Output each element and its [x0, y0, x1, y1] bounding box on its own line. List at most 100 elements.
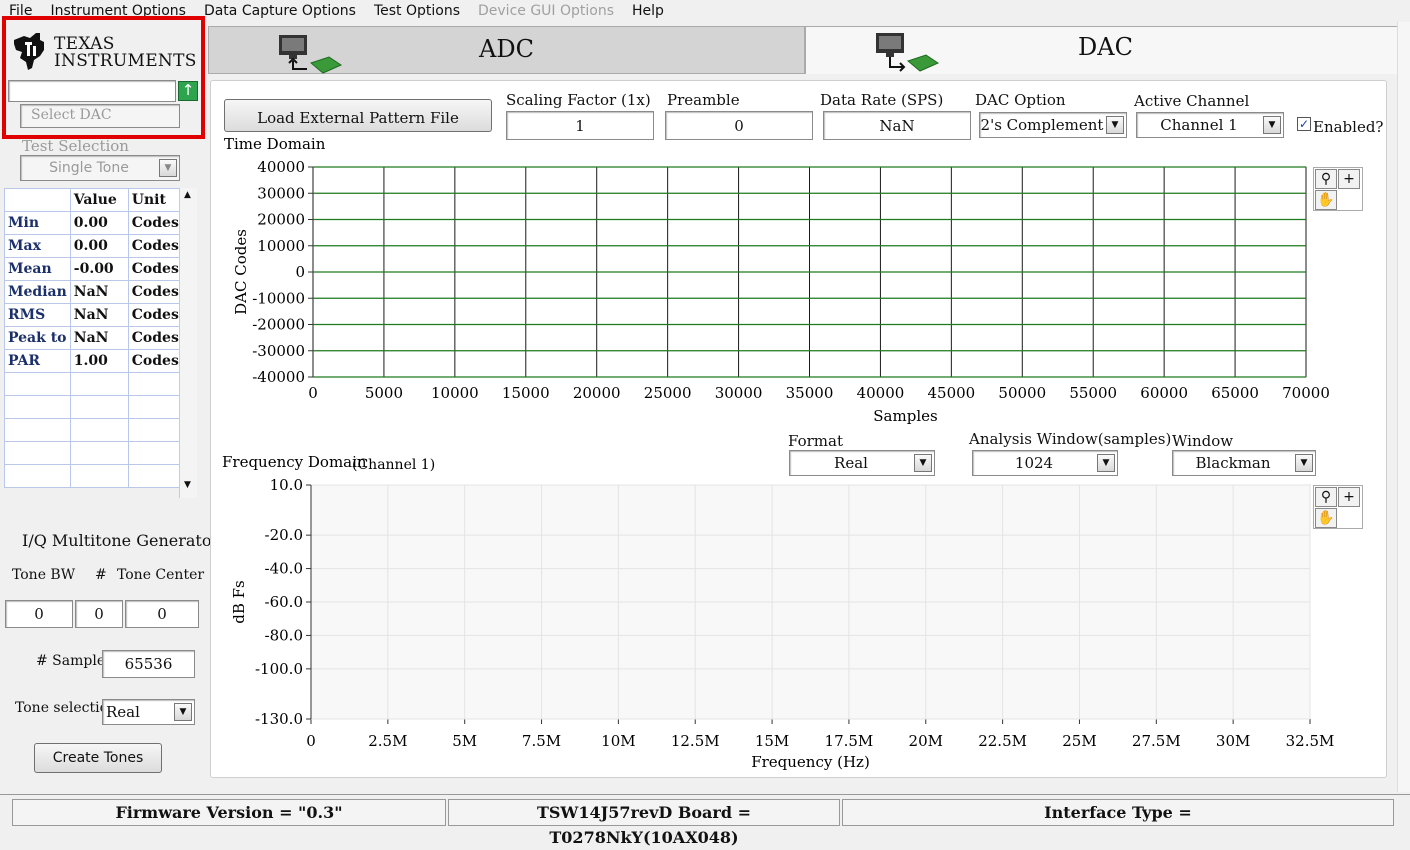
- window-scrollbar[interactable]: [1397, 22, 1410, 792]
- interface-text: Interface Type =: [1044, 803, 1192, 822]
- tone-count-field[interactable]: 0: [75, 600, 123, 628]
- samples-field[interactable]: 65536: [102, 650, 195, 678]
- table-row[interactable]: RMS NaN Codes: [4, 303, 183, 327]
- y-tick-label: 30000: [257, 184, 305, 202]
- tab-dac[interactable]: DAC: [805, 26, 1405, 74]
- tone-count-label: #: [95, 567, 107, 583]
- x-tick-label: 15M: [755, 732, 789, 750]
- crosshair-icon[interactable]: +: [1338, 487, 1360, 507]
- tab-adc-label: ADC: [479, 35, 534, 63]
- x-tick-label: 10000: [431, 384, 479, 402]
- y-tick-label: -20000: [252, 316, 305, 334]
- scaling-label: Scaling Factor (1x): [506, 91, 651, 109]
- row-value: NaN: [69, 326, 129, 350]
- x-tick-label: 20000: [573, 384, 621, 402]
- table-row[interactable]: PAR 1.00 Codes: [4, 349, 183, 373]
- x-tick-label: 40000: [857, 384, 905, 402]
- x-tick-label: 30M: [1216, 732, 1250, 750]
- scroll-down-icon[interactable]: ▼: [184, 480, 191, 490]
- table-row[interactable]: Peak to l NaN Codes: [4, 326, 183, 350]
- y-tick-label: -100.0: [255, 660, 303, 678]
- menu-test-options[interactable]: Test Options: [365, 0, 469, 22]
- y-tick-label: -30000: [252, 342, 305, 360]
- tone-bw-field[interactable]: 0: [5, 600, 73, 628]
- highlight-box: [2, 16, 205, 139]
- dac-option-label: DAC Option: [975, 91, 1066, 109]
- time-zoom-tools: ⚲ + ✋: [1313, 167, 1363, 211]
- x-tick-label: 32.5M: [1286, 732, 1335, 750]
- y-tick-label: -40.0: [265, 560, 303, 578]
- table-row[interactable]: Max 0.00 Codes: [4, 234, 183, 258]
- row-value: -0.00: [69, 257, 129, 281]
- firmware-status: Firmware Version = "0.3": [12, 799, 446, 826]
- x-tick-label: 27.5M: [1132, 732, 1181, 750]
- x-tick-label: 10M: [601, 732, 635, 750]
- tone-bw-label: Tone BW: [12, 567, 76, 583]
- row-name: Median: [4, 280, 71, 304]
- pan-hand-icon[interactable]: ✋: [1315, 508, 1337, 528]
- y-tick-label: -40000: [252, 368, 305, 386]
- table-row[interactable]: Min 0.00 Codes: [4, 211, 183, 235]
- stats-header-unit: Unit: [127, 188, 183, 212]
- load-pattern-label: Load External Pattern File: [257, 109, 459, 127]
- row-value: 0.00: [69, 234, 129, 258]
- stats-scrollbar[interactable]: ▲ ▼: [179, 188, 197, 498]
- row-value: NaN: [69, 280, 129, 304]
- chevron-down-icon: ▼: [159, 159, 177, 177]
- menu-data-capture-options[interactable]: Data Capture Options: [195, 0, 365, 22]
- zoom-icon[interactable]: ⚲: [1315, 487, 1337, 507]
- row-name: Min: [4, 211, 71, 235]
- load-pattern-button[interactable]: Load External Pattern File: [224, 99, 492, 132]
- tone-center-value: 0: [157, 605, 167, 623]
- table-row[interactable]: Mean -0.00 Codes: [4, 257, 183, 281]
- x-tick-label: 22.5M: [978, 732, 1027, 750]
- x-tick-label: 15000: [502, 384, 550, 402]
- row-name: RMS: [4, 303, 71, 327]
- x-tick-label: 2.5M: [368, 732, 407, 750]
- menu-device-gui-options[interactable]: Device GUI Options: [469, 0, 623, 22]
- x-tick-label: 55000: [1069, 384, 1117, 402]
- stats-header-value: Value: [69, 188, 129, 212]
- test-selection-dropdown[interactable]: Single Tone ▼: [20, 155, 180, 181]
- x-tick-label: 0: [308, 384, 318, 402]
- x-tick-label: 35000: [786, 384, 834, 402]
- menu-help[interactable]: Help: [623, 0, 673, 22]
- pan-hand-icon[interactable]: ✋: [1315, 190, 1337, 210]
- x-tick-label: 5M: [452, 732, 477, 750]
- x-tick-label: 70000: [1282, 384, 1330, 402]
- table-row-empty: [4, 395, 183, 419]
- window-label: Window: [1172, 432, 1234, 450]
- y-tick-label: 10000: [257, 237, 305, 255]
- row-unit: Codes: [127, 280, 183, 304]
- create-tones-button[interactable]: Create Tones: [34, 743, 162, 773]
- tone-bw-value: 0: [34, 605, 44, 623]
- adc-computer-board-icon: [279, 35, 343, 74]
- x-tick-label: 7.5M: [522, 732, 561, 750]
- row-name: Max: [4, 234, 71, 258]
- row-name: Peak to l: [4, 326, 71, 350]
- tab-dac-label: DAC: [1078, 33, 1133, 61]
- test-selection-label: Test Selection: [22, 137, 129, 155]
- test-selection-value: Single Tone: [49, 160, 129, 176]
- interface-status: Interface Type =: [842, 799, 1394, 826]
- board-status: TSW14J57revD Board = T0278NkY(10AX048): [448, 799, 840, 847]
- x-tick-label: 25000: [644, 384, 692, 402]
- chart-title: Frequency Domain: [222, 453, 367, 471]
- crosshair-icon[interactable]: +: [1338, 169, 1360, 189]
- stats-table: Value Unit Min 0.00 Codes Max 0.00 Codes Mea…: [4, 188, 183, 488]
- format-label: Format: [788, 432, 843, 450]
- tone-center-field[interactable]: 0: [125, 600, 199, 628]
- chart-subtitle: (Channel 1): [352, 457, 435, 473]
- tone-selection-dropdown[interactable]: Real ▼: [102, 699, 195, 725]
- y-axis-label: DAC Codes: [232, 229, 250, 315]
- scroll-up-icon[interactable]: ▲: [184, 190, 191, 200]
- x-tick-label: 17.5M: [825, 732, 874, 750]
- table-row-empty: [4, 441, 183, 465]
- zoom-icon[interactable]: ⚲: [1315, 169, 1337, 189]
- enabled-checkbox[interactable]: ✓: [1297, 117, 1311, 131]
- tab-adc[interactable]: ADC: [208, 26, 805, 74]
- x-tick-label: 50000: [998, 384, 1046, 402]
- y-tick-label: 40000: [257, 158, 305, 176]
- row-unit: Codes: [127, 326, 183, 350]
- table-row[interactable]: Median NaN Codes: [4, 280, 183, 304]
